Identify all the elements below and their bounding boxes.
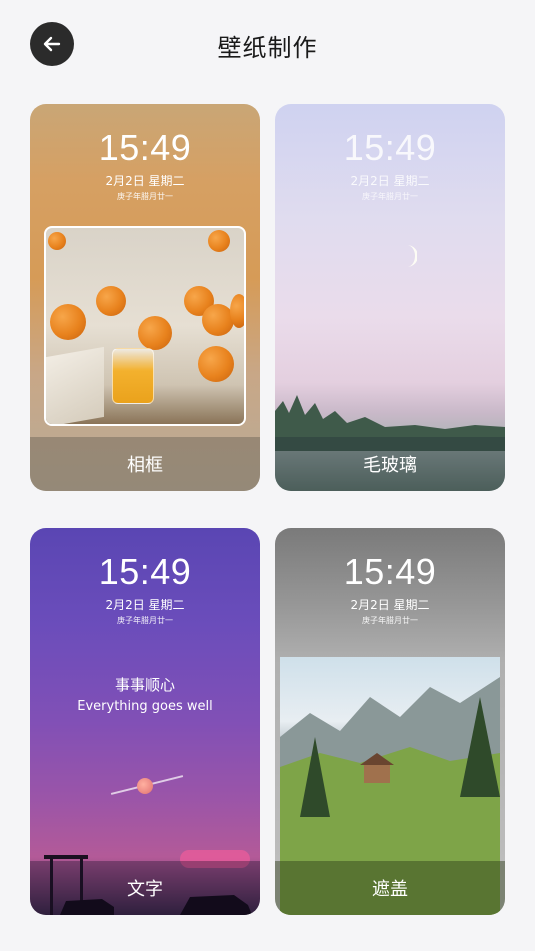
lock-time: 15:49 [98,551,192,592]
lockscreen-preview: 15:49 2月2日 星期二 庚子年腊月廿一 [30,552,260,626]
lockscreen-preview: 15:49 2月2日 星期二 庚子年腊月廿一 [30,128,260,202]
wish-text-english: Everything goes well [77,699,213,714]
card-label-text: 文字 [30,861,260,915]
header: 壁纸制作 [0,0,535,90]
lock-time: 15:49 [98,127,192,168]
lock-lunar-date: 庚子年腊月廿一 [117,616,173,625]
lock-time: 15:49 [343,551,437,592]
wallpaper-card-frame[interactable]: 15:49 2月2日 星期二 庚子年腊月廿一 相框 [30,104,260,491]
lock-lunar-date: 庚子年腊月廿一 [362,192,418,201]
card-label-frame: 相框 [30,437,260,491]
lockscreen-preview: 15:49 2月2日 星期二 庚子年腊月廿一 [275,552,505,626]
lock-lunar-date: 庚子年腊月廿一 [117,192,173,201]
wallpaper-card-text[interactable]: 15:49 2月2日 星期二 庚子年腊月廿一 事事顺心 Everything g… [30,528,260,915]
wallpaper-card-mask[interactable]: 15:49 2月2日 星期二 庚子年腊月廿一 遮盖 [275,528,505,915]
page-title: 壁纸制作 [217,34,318,62]
card-label-frosted-glass: 毛玻璃 [275,437,505,491]
lock-date: 2月2日 星期二 [350,598,430,612]
lockscreen-preview: 15:49 2月2日 星期二 庚子年腊月廿一 [275,128,505,202]
wallpaper-text: 事事顺心 Everything goes well [30,674,260,714]
lock-time: 15:49 [343,127,437,168]
wallpaper-card-frosted-glass[interactable]: 15:49 2月2日 星期二 庚子年腊月廿一 毛玻璃 [275,104,505,491]
moon-icon [407,245,417,267]
lock-date: 2月2日 星期二 [105,598,185,612]
lock-date: 2月2日 星期二 [105,174,185,188]
planet-icon [137,778,153,794]
lock-lunar-date: 庚子年腊月廿一 [362,616,418,625]
wish-text-chinese: 事事顺心 [114,676,175,694]
photo-frame [44,226,246,426]
card-label-mask: 遮盖 [275,861,505,915]
lock-date: 2月2日 星期二 [350,174,430,188]
